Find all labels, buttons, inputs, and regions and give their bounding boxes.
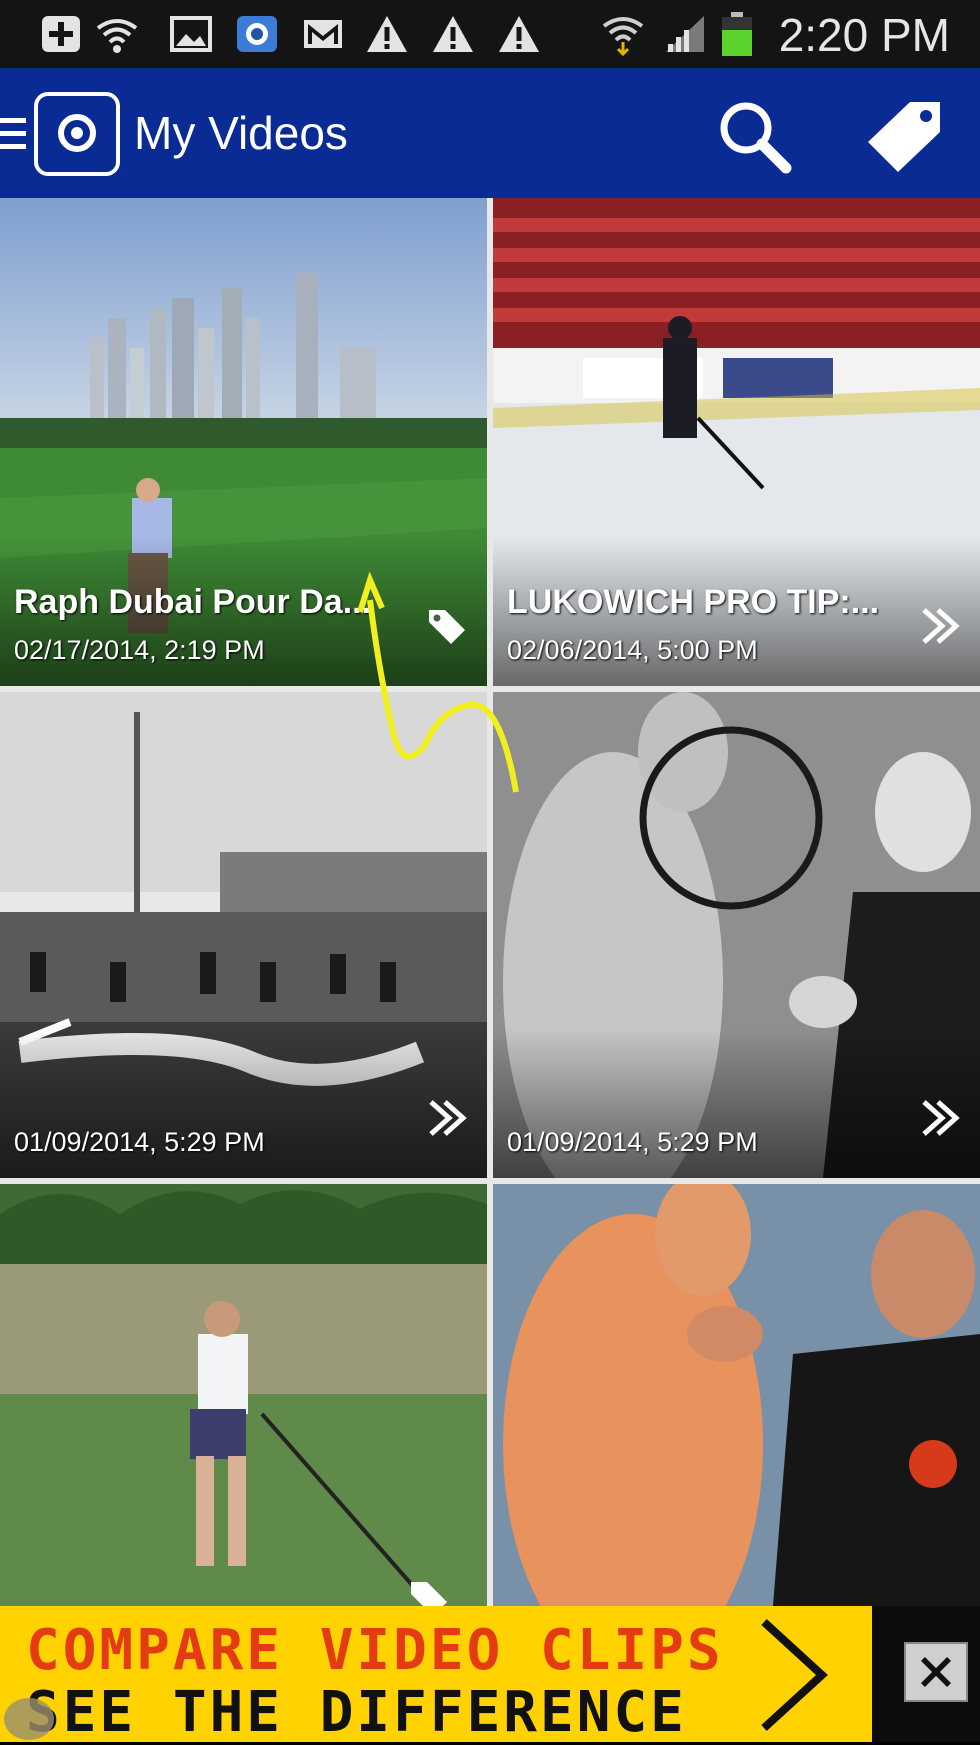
video-thumbnail bbox=[493, 1184, 980, 1606]
gmail-icon bbox=[304, 20, 342, 48]
video-title: Raph Dubai Pour Da... bbox=[14, 583, 372, 621]
status-bar: 2:20 PM bbox=[0, 0, 980, 68]
image-icon bbox=[170, 16, 212, 52]
close-icon[interactable] bbox=[904, 1642, 968, 1702]
page-title: My Videos bbox=[134, 107, 348, 159]
tag-icon[interactable] bbox=[425, 604, 469, 648]
video-tile[interactable]: LUKOWICH PRO TIP:... 02/06/2014, 5:00 PM bbox=[493, 198, 980, 686]
ad-info-icon[interactable] bbox=[4, 1698, 54, 1740]
tag-icon[interactable] bbox=[862, 96, 946, 176]
menu-icon[interactable] bbox=[0, 118, 26, 150]
camera-app-icon bbox=[237, 16, 277, 52]
video-grid: Raph Dubai Pour Da... 02/17/2014, 2:19 P… bbox=[0, 198, 980, 1606]
add-icon bbox=[42, 16, 80, 52]
tag-icon[interactable] bbox=[407, 1576, 451, 1606]
warning-icon bbox=[367, 16, 407, 52]
battery-icon bbox=[722, 12, 752, 56]
video-date: 01/09/2014, 5:29 PM bbox=[507, 1127, 758, 1157]
app-logo-icon[interactable] bbox=[34, 92, 120, 176]
warning-icon bbox=[433, 16, 473, 52]
ad-headline: COMPARE VIDEO CLIPS bbox=[26, 1618, 724, 1683]
video-date: 02/06/2014, 5:00 PM bbox=[507, 635, 758, 665]
search-icon[interactable] bbox=[714, 96, 794, 176]
wifi-icon bbox=[96, 19, 138, 53]
ad-subheadline: SEE THE DIFFERENCE bbox=[26, 1680, 687, 1745]
chevron-icon[interactable] bbox=[918, 1096, 962, 1140]
video-tile[interactable]: Raph Dubai Pour Da... 02/17/2014, 2:19 P… bbox=[0, 198, 487, 686]
video-date: 01/09/2014, 5:29 PM bbox=[14, 1127, 265, 1157]
ad-banner[interactable]: COMPARE VIDEO CLIPS SEE THE DIFFERENCE bbox=[0, 1606, 980, 1745]
video-tile[interactable] bbox=[493, 1184, 980, 1606]
video-tile[interactable]: 01/09/2014, 5:29 PM bbox=[0, 692, 487, 1178]
clock: 2:20 PM bbox=[778, 9, 950, 61]
video-thumbnail bbox=[0, 1184, 487, 1606]
cell-signal-icon bbox=[666, 16, 704, 52]
chevron-right-icon bbox=[761, 1619, 828, 1731]
video-tile[interactable]: 01/09/2014, 5:29 PM bbox=[493, 692, 980, 1178]
video-tile[interactable] bbox=[0, 1184, 487, 1606]
wifi-signal-icon bbox=[602, 17, 644, 56]
chevron-icon[interactable] bbox=[425, 1096, 469, 1140]
video-title: LUKOWICH PRO TIP:... bbox=[507, 583, 880, 621]
video-date: 02/17/2014, 2:19 PM bbox=[14, 635, 265, 665]
warning-icon bbox=[499, 16, 539, 52]
chevron-icon[interactable] bbox=[918, 604, 962, 648]
